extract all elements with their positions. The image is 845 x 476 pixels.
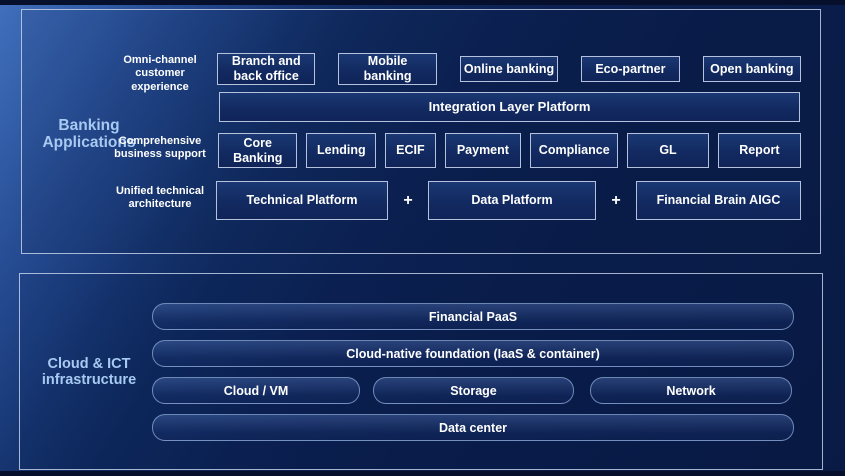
- box-report: Report: [718, 133, 801, 168]
- bottom-dark-strip: [0, 471, 845, 476]
- box-open-banking: Open banking: [703, 56, 801, 82]
- box-technical-platform: Technical Platform: [216, 181, 388, 220]
- box-ecif: ECIF: [385, 133, 435, 168]
- bar-cloud-native-foundation: Cloud-native foundation (IaaS & containe…: [152, 340, 794, 367]
- bar-data-center: Data center: [152, 414, 794, 441]
- cloud-ict-title: Cloud & ICT infrastructure: [28, 356, 150, 388]
- box-integration-layer-platform: Integration Layer Platform: [219, 92, 800, 122]
- box-financial-brain-aigc: Financial Brain AIGC: [636, 181, 801, 220]
- unified-technical-architecture-label: Unified technical architecture: [108, 185, 212, 212]
- box-eco-partner: Eco-partner: [581, 56, 679, 82]
- bar-storage: Storage: [373, 377, 574, 404]
- box-mobile-banking: Mobile banking: [338, 53, 436, 85]
- business-box-row: Core Banking Lending ECIF Payment Compli…: [218, 133, 801, 168]
- box-online-banking: Online banking: [460, 56, 558, 82]
- box-data-platform: Data Platform: [428, 181, 596, 220]
- plus-sign: +: [388, 192, 428, 210]
- channel-box-row: Branch and back office Mobile banking On…: [217, 53, 801, 85]
- top-dark-strip: [0, 0, 845, 5]
- plus-sign: +: [596, 192, 636, 210]
- box-branch-and-back-office: Branch and back office: [217, 53, 315, 85]
- box-gl: GL: [627, 133, 708, 168]
- box-payment: Payment: [445, 133, 522, 168]
- bar-cloud-vm: Cloud / VM: [152, 377, 360, 404]
- bar-financial-paas: Financial PaaS: [152, 303, 794, 330]
- architecture-diagram: Banking Applications Omni-channel custom…: [0, 0, 845, 476]
- bar-network: Network: [590, 377, 792, 404]
- box-lending: Lending: [306, 133, 376, 168]
- box-core-banking: Core Banking: [218, 133, 297, 168]
- omni-channel-label: Omni-channel customer experience: [108, 54, 212, 94]
- platform-box-row: Technical Platform + Data Platform + Fin…: [216, 181, 801, 220]
- comprehensive-business-support-label: Comprehensive business support: [108, 135, 212, 162]
- box-compliance: Compliance: [530, 133, 618, 168]
